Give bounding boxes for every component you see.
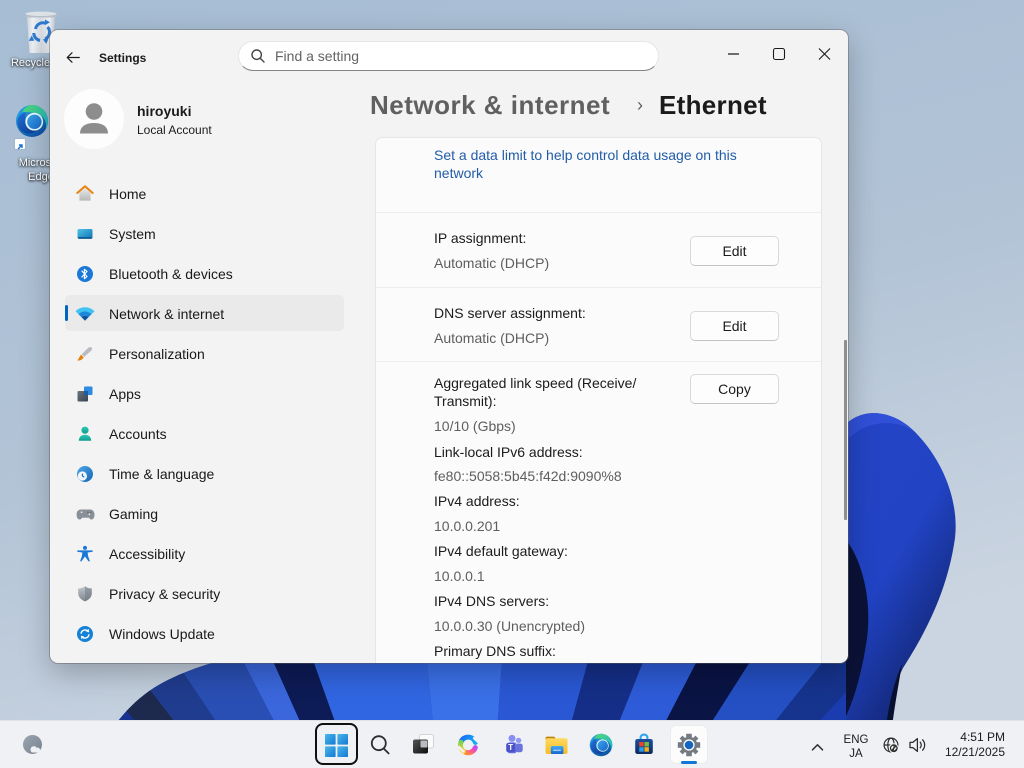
- svg-text:T: T: [508, 743, 513, 752]
